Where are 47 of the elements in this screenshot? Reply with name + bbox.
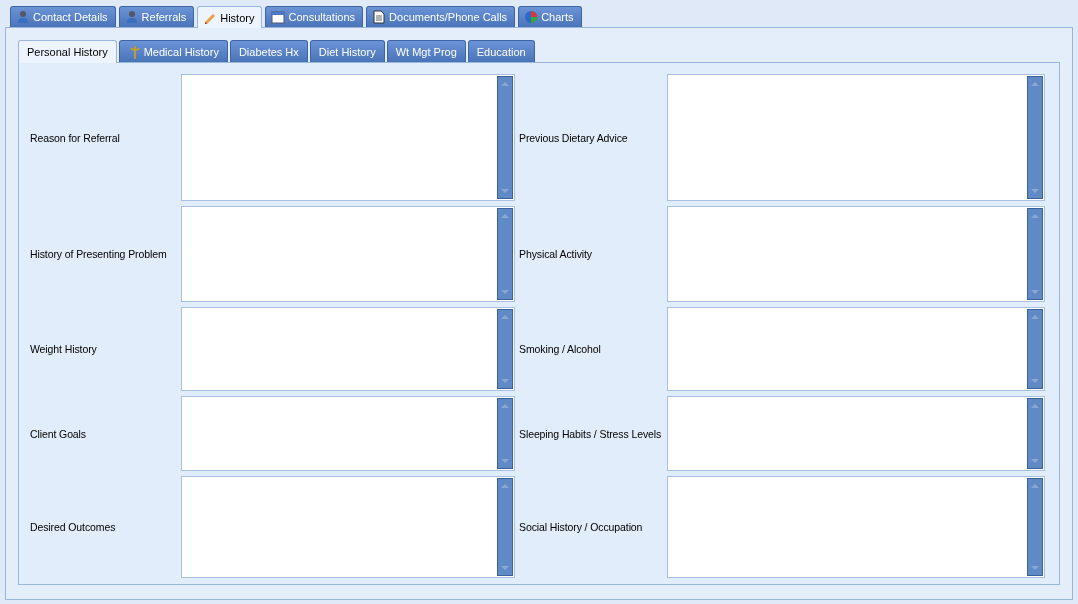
field-label: Weight History [30,343,98,355]
tab[interactable]: Documents/Phone Calls [366,6,516,27]
tab[interactable]: Personal History [18,40,117,63]
scrollbar[interactable] [497,398,513,469]
tab[interactable]: Diabetes Hx [229,40,308,62]
person-icon [16,10,30,24]
text-area[interactable] [667,206,1045,302]
pie-chart-icon [524,10,539,24]
tab[interactable]: Referrals [118,6,195,27]
scrollbar[interactable] [1027,76,1043,199]
tab[interactable]: Charts [518,6,582,27]
tab[interactable]: Contact Details [10,6,116,27]
field-label: Physical Activity [518,248,593,260]
tab[interactable]: Diet History [309,40,385,62]
field-label: Client Goals [30,427,87,440]
scrollbar[interactable] [497,76,513,199]
field-label: History of Presenting Problem [30,248,168,260]
text-area[interactable] [181,396,515,471]
text-area[interactable] [181,307,515,391]
tab[interactable]: Education [467,40,535,62]
scrollbar[interactable] [497,309,513,389]
tab[interactable]: Medical History [118,40,228,62]
text-area[interactable] [181,74,515,201]
tab[interactable]: Consultations [265,6,364,27]
text-area[interactable] [181,476,515,578]
tab[interactable]: Wt Mgt Prog [386,40,466,62]
person-icon [124,10,139,24]
text-area[interactable] [667,307,1045,391]
scrollbar[interactable] [1027,398,1043,469]
tab[interactable]: History [197,6,263,28]
document-icon [372,10,387,24]
calendar-icon [271,10,286,24]
field-label: Sleeping Habits / Stress Levels [518,427,663,440]
scrollbar[interactable] [1027,208,1043,300]
field-label: Smoking / Alcohol [518,343,602,355]
text-area[interactable] [667,74,1045,201]
scrollbar[interactable] [497,208,513,300]
text-area[interactable] [667,396,1045,471]
text-area[interactable] [667,476,1045,578]
text-area[interactable] [181,206,515,302]
field-label: Social History / Occupation [518,521,644,533]
field-label: Previous Dietary Advice [518,131,629,144]
scrollbar[interactable] [1027,478,1043,576]
scrollbar[interactable] [497,478,513,576]
field-label: Desired Outcomes [30,521,117,533]
field-label: Reason for Referral [30,131,121,144]
scrollbar[interactable] [1027,309,1043,389]
